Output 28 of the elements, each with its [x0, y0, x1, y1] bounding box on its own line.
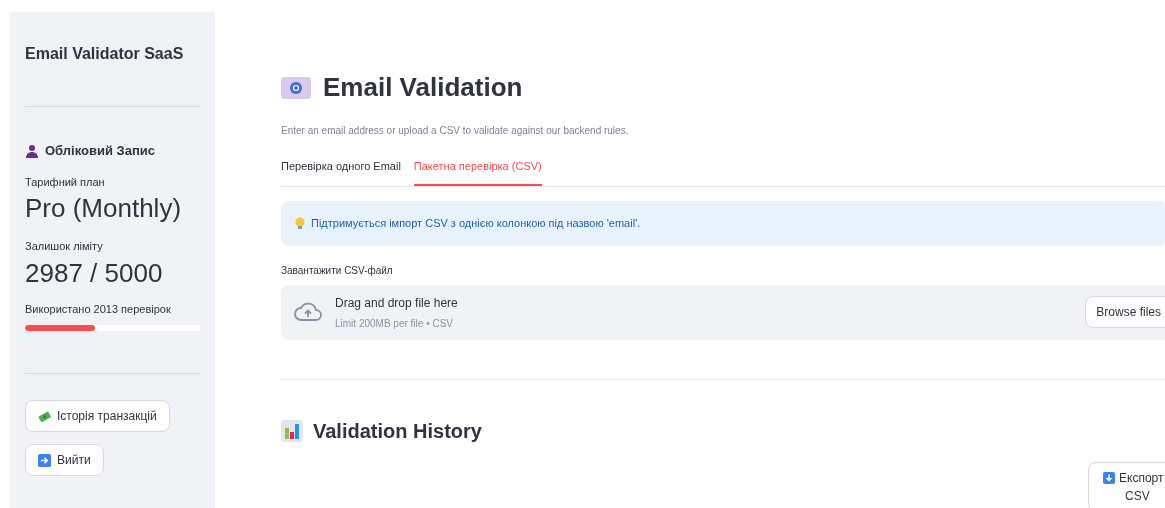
envelope-icon [281, 76, 311, 99]
plan-value: Pro (Monthly) [25, 192, 183, 224]
section-title: Validation History [313, 418, 482, 444]
plan-label: Тарифний план [25, 174, 106, 190]
page-title: Email Validation [323, 71, 523, 104]
usage-label: Використано 2013 перевірок [25, 301, 172, 317]
banknote-icon [38, 409, 51, 423]
down-arrow-icon [1103, 471, 1115, 484]
export-csv-button[interactable]: Експорт CSV [1088, 461, 1165, 508]
upload-label: Завантажити CSV-файл [281, 263, 394, 278]
dropzone-title: Drag and drop file here [335, 294, 458, 312]
right-arrow-icon [38, 453, 51, 467]
lightbulb-icon [295, 216, 305, 230]
file-dropzone[interactable]: Drag and drop file here Limit 200MB per file • CSV Browse files [281, 284, 1165, 340]
tab[interactable]: Перевірка одного Email [281, 158, 401, 186]
cloud-upload-icon [293, 301, 323, 323]
page-subtitle: Enter an email address or upload a CSV to validate against our backend rules. [281, 124, 630, 138]
sidebar-button[interactable]: Історія транзакцій [25, 400, 170, 432]
info-text: Підтримується імпорт CSV з однією колонкою під назвою 'email'. [311, 215, 641, 231]
account-heading: Обліковий Запис [45, 142, 155, 160]
app-title: Email Validator SaaS [25, 44, 185, 64]
limit-value: 2987 / 5000 [25, 256, 164, 289]
limit-label: Залишок ліміту [25, 239, 104, 254]
user-icon [25, 143, 39, 158]
sidebar-button[interactable]: Вийти [25, 444, 104, 476]
browse-files-button[interactable]: Browse files [1085, 296, 1165, 328]
dropzone-hint: Limit 200MB per file • CSV [335, 316, 454, 331]
bar-chart-icon [281, 419, 303, 442]
